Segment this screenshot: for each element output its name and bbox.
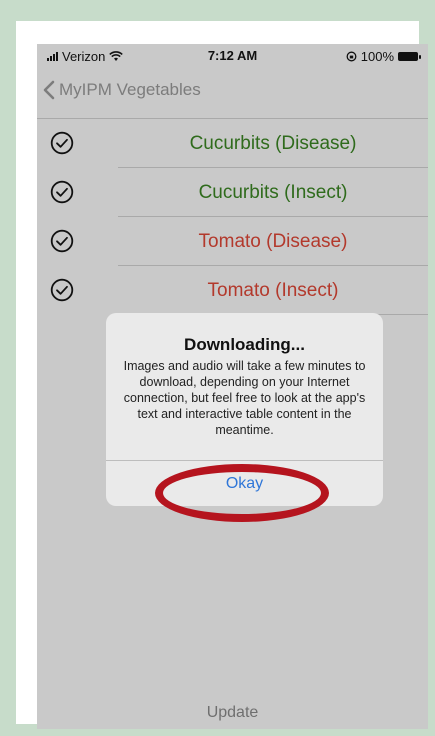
list-item[interactable]: Cucurbits (Insect) — [37, 168, 428, 217]
category-list: Cucurbits (Disease) Cucurbits (Insect) T… — [37, 119, 428, 315]
update-button[interactable]: Update — [37, 704, 428, 722]
alert-title: Downloading... — [184, 335, 305, 354]
status-bar: Verizon 7:12 AM 100% — [37, 44, 428, 64]
list-item[interactable]: Tomato (Disease) — [37, 217, 428, 266]
alert-message: Images and audio will take a few minutes… — [123, 359, 366, 437]
battery-percent: 100% — [360, 49, 394, 64]
list-item[interactable]: Cucurbits (Disease) — [37, 119, 428, 168]
battery-icon — [398, 52, 421, 61]
check-circle-icon — [50, 278, 74, 302]
navigation-bar: MyIPM Vegetables — [37, 70, 428, 119]
list-item-label: Tomato (Insect) — [207, 280, 339, 301]
chevron-left-icon — [43, 80, 55, 100]
check-circle-icon — [50, 131, 74, 155]
check-circle-icon — [50, 180, 74, 204]
photo-frame: Verizon 7:12 AM 100% MyIPM Vegetables Cu… — [16, 21, 428, 729]
list-item[interactable]: Tomato (Insect) — [37, 266, 428, 315]
phone-screen: Verizon 7:12 AM 100% MyIPM Vegetables Cu… — [37, 44, 428, 729]
orientation-lock-icon — [346, 51, 357, 62]
list-item-label: Cucurbits (Insect) — [198, 182, 348, 203]
back-button-label: MyIPM Vegetables — [59, 80, 201, 99]
list-item-label: Tomato (Disease) — [198, 231, 348, 252]
status-right: 100% — [346, 49, 421, 64]
check-circle-icon — [50, 229, 74, 253]
back-button[interactable]: MyIPM Vegetables — [43, 80, 201, 100]
list-item-label: Cucurbits (Disease) — [189, 133, 357, 154]
annotation-circle — [155, 464, 329, 522]
